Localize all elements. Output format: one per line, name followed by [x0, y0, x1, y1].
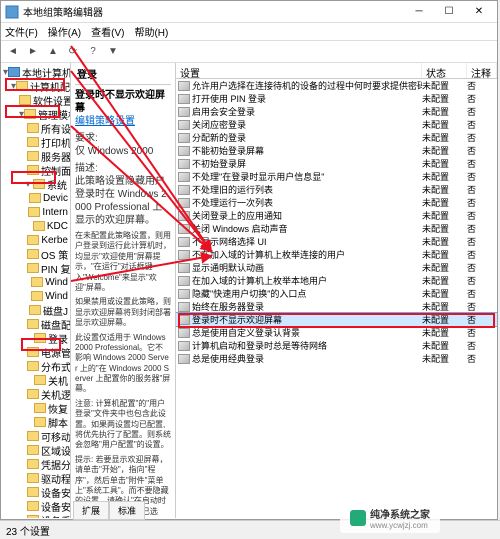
- tree-item[interactable]: 驱动程: [3, 471, 68, 485]
- setting-row[interactable]: 隐藏"快速用户切换"的入口点未配置否: [176, 287, 497, 300]
- window-controls: ─ ☐ ✕: [405, 3, 493, 21]
- setting-row[interactable]: 不处理"在登录时显示用户信息显"未配置否: [176, 170, 497, 183]
- setting-row[interactable]: 总是使用自定义登录认背景未配置否: [176, 326, 497, 339]
- tree-item[interactable]: OS 策: [3, 247, 68, 261]
- app-icon: [5, 5, 19, 19]
- filter-icon[interactable]: ▼: [105, 44, 121, 60]
- minimize-button[interactable]: ─: [405, 3, 433, 21]
- setting-row[interactable]: 允许用户选择在连接待机的设备的过程中何时要求提供密码未配置否: [176, 79, 497, 92]
- tab-extended[interactable]: 扩展: [73, 501, 109, 520]
- tree-item[interactable]: 电源管: [3, 345, 68, 359]
- tree-item[interactable]: 关机: [3, 373, 68, 387]
- tree-item[interactable]: 磁盘配: [3, 317, 68, 331]
- menu-view[interactable]: 查看(V): [91, 24, 124, 39]
- col-setting[interactable]: 设置: [176, 63, 422, 78]
- forward-icon[interactable]: ►: [25, 44, 41, 60]
- close-button[interactable]: ✕: [465, 3, 493, 21]
- tree-item[interactable]: Devic: [3, 191, 68, 205]
- back-icon[interactable]: ◄: [5, 44, 21, 60]
- tree-computer-config[interactable]: ▾计算机配置: [3, 79, 68, 93]
- setting-row[interactable]: 不处理运行一次列表未配置否: [176, 196, 497, 209]
- tree-item[interactable]: Kerbe: [3, 233, 68, 247]
- col-comment[interactable]: 注释: [467, 63, 497, 78]
- tree-item[interactable]: 恢复: [3, 401, 68, 415]
- tree-item[interactable]: 设备安: [3, 499, 68, 513]
- setting-row[interactable]: 关闭 Windows 启动声音未配置否: [176, 222, 497, 235]
- setting-row[interactable]: 不显示网络选择 UI未配置否: [176, 235, 497, 248]
- menu-action[interactable]: 操作(A): [48, 24, 81, 39]
- menu-file[interactable]: 文件(F): [5, 24, 38, 39]
- tree-item[interactable]: 脚本: [3, 415, 68, 429]
- menubar: 文件(F) 操作(A) 查看(V) 帮助(H): [1, 23, 497, 41]
- titlebar: 本地组策略编辑器 ─ ☐ ✕: [1, 1, 497, 23]
- tree-admin-templates[interactable]: ▾管理模板: [3, 107, 68, 121]
- setting-row[interactable]: 不初始登录屏未配置否: [176, 157, 497, 170]
- setting-row[interactable]: 始终在服务器登录未配置否: [176, 300, 497, 313]
- setting-row[interactable]: 登录时不显示欢迎屏幕未配置否: [176, 313, 497, 326]
- refresh-icon[interactable]: ⟳: [65, 44, 81, 60]
- setting-row[interactable]: 在加入域的计算机上枚举本地用户未配置否: [176, 274, 497, 287]
- view-tabs: 扩展 标准: [73, 501, 145, 519]
- maximize-button[interactable]: ☐: [435, 3, 463, 21]
- setting-row[interactable]: 关闭登录上的应用通知未配置否: [176, 209, 497, 222]
- tree-item[interactable]: 区域设: [3, 443, 68, 457]
- column-headers: 设置 状态 注释: [176, 63, 497, 79]
- gpedit-window: 本地组策略编辑器 ─ ☐ ✕ 文件(F) 操作(A) 查看(V) 帮助(H) ◄…: [0, 0, 498, 520]
- menu-help[interactable]: 帮助(H): [134, 24, 168, 39]
- tree-item[interactable]: 可移动: [3, 429, 68, 443]
- tree-item[interactable]: 所有设置: [3, 121, 68, 135]
- tree-software[interactable]: 软件设置: [3, 93, 68, 107]
- setting-row[interactable]: 打开使用 PIN 登录未配置否: [176, 92, 497, 105]
- tree-item[interactable]: KDC: [3, 219, 68, 233]
- tree-item[interactable]: 打印机: [3, 135, 68, 149]
- setting-row[interactable]: 不在加入域的计算机上枚举连接的用户未配置否: [176, 248, 497, 261]
- tree-item[interactable]: 关机逻: [3, 387, 68, 401]
- tree-item[interactable]: 控制面板: [3, 163, 68, 177]
- setting-row[interactable]: 不处理旧的运行列表未配置否: [176, 183, 497, 196]
- tree-item[interactable]: 设备重: [3, 513, 68, 518]
- tree-item[interactable]: 登录: [3, 331, 68, 345]
- setting-row[interactable]: 显示通明默认动画未配置否: [176, 261, 497, 274]
- setting-row[interactable]: 不能初始登录屏幕未配置否: [176, 144, 497, 157]
- tree-item[interactable]: 分布式: [3, 359, 68, 373]
- tab-standard[interactable]: 标准: [109, 501, 145, 520]
- setting-row[interactable]: 计算机启动和登录时总是等待网络未配置否: [176, 339, 497, 352]
- toolbar: ◄ ► ▲ ⟳ ? ▼: [1, 41, 497, 63]
- window-title: 本地组策略编辑器: [23, 4, 405, 19]
- setting-row[interactable]: 关闭应密登录未配置否: [176, 118, 497, 131]
- tree-item[interactable]: Intern: [3, 205, 68, 219]
- tree-root[interactable]: ▾本地计算机 策略: [3, 65, 68, 79]
- setting-row[interactable]: 分配新的登录未配置否: [176, 131, 497, 144]
- tree-item[interactable]: PIN 复: [3, 261, 68, 275]
- content-body: ▾本地计算机 策略 ▾计算机配置 软件设置 ▾管理模板 所有设置打印机服务器控制…: [1, 63, 497, 518]
- watermark-logo-icon: [350, 510, 366, 526]
- help-icon[interactable]: ?: [85, 44, 101, 60]
- tree-item[interactable]: 服务器: [3, 149, 68, 163]
- setting-row[interactable]: 总是使用经典登录未配置否: [176, 352, 497, 365]
- tree-item[interactable]: 设备安: [3, 485, 68, 499]
- up-icon[interactable]: ▲: [45, 44, 61, 60]
- details-header: 登录: [75, 67, 171, 85]
- watermark: 纯净系统之家 www.ycwjzj.com: [340, 503, 440, 533]
- policy-title: 登录时不显示欢迎屏幕: [75, 89, 171, 115]
- nav-tree: ▾本地计算机 策略 ▾计算机配置 软件设置 ▾管理模板 所有设置打印机服务器控制…: [1, 63, 71, 518]
- setting-row[interactable]: 启用会安全登录未配置否: [176, 105, 497, 118]
- tree-item[interactable]: Wind: [3, 289, 68, 303]
- tree-item[interactable]: 凭据分: [3, 457, 68, 471]
- details-pane: 登录 登录时不显示欢迎屏幕 编辑策略设置 要求:仅 Windows 2000 描…: [71, 63, 176, 518]
- edit-policy-link[interactable]: 编辑策略设置: [75, 116, 135, 127]
- tree-item[interactable]: Wind: [3, 275, 68, 289]
- tree-item[interactable]: ▾系统: [3, 177, 68, 191]
- col-state[interactable]: 状态: [422, 63, 467, 78]
- tree-item[interactable]: 磁盘J: [3, 303, 68, 317]
- settings-list: 设置 状态 注释 允许用户选择在连接待机的设备的过程中何时要求提供密码未配置否打…: [176, 63, 497, 518]
